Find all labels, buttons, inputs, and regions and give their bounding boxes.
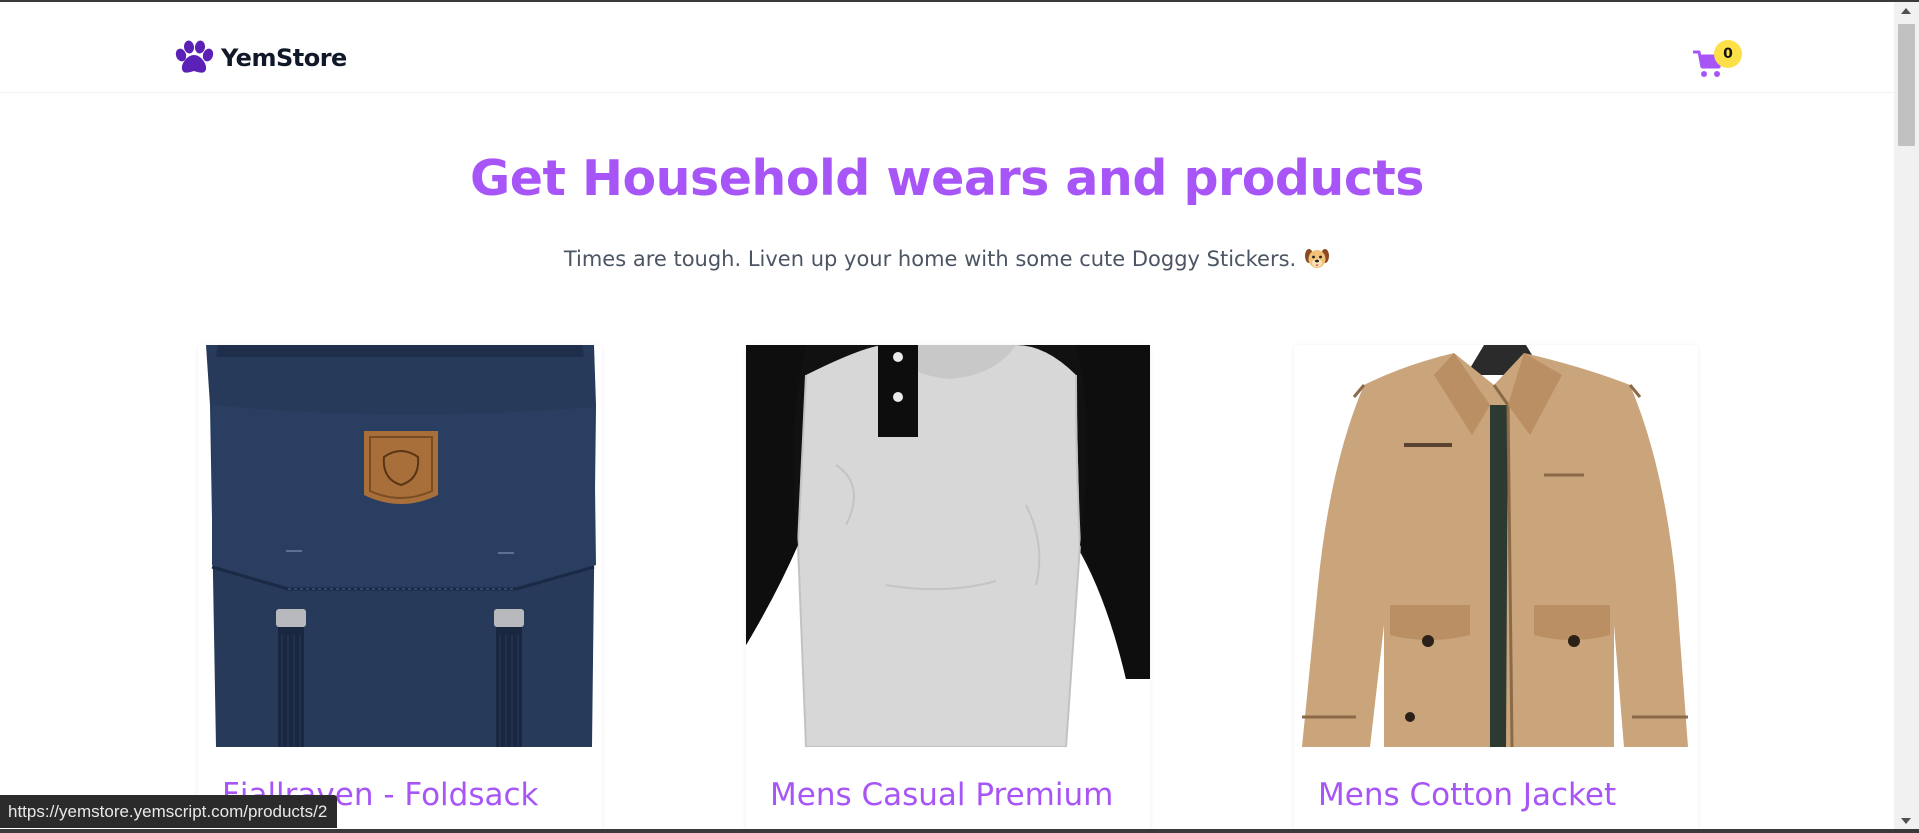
window-bottom-border bbox=[0, 829, 1919, 833]
cart-button[interactable]: 0 bbox=[1690, 40, 1746, 82]
product-image[interactable] bbox=[198, 345, 602, 747]
status-bar-url: https://yemstore.yemscript.com/products/… bbox=[0, 795, 338, 828]
cart-count-badge: 0 bbox=[1714, 40, 1742, 68]
product-card[interactable]: Mens Casual Premium bbox=[746, 345, 1150, 833]
cotton-jacket-image bbox=[1294, 345, 1698, 747]
scroll-thumb[interactable] bbox=[1898, 24, 1915, 146]
product-image[interactable] bbox=[1294, 345, 1698, 747]
scroll-down-arrow-icon[interactable] bbox=[1901, 818, 1911, 824]
site-header: YemStore 0 bbox=[0, 2, 1894, 93]
raglan-tshirt-image bbox=[746, 345, 1150, 747]
dog-face-icon bbox=[1305, 249, 1330, 268]
scroll-up-arrow-icon[interactable] bbox=[1901, 8, 1911, 14]
product-title[interactable]: Mens Casual Premium bbox=[770, 777, 1113, 813]
product-image[interactable] bbox=[746, 345, 1150, 747]
hero-subtitle-text: Times are tough. Liven up your home with… bbox=[563, 247, 1297, 271]
hero-title: Get Household wears and products bbox=[470, 150, 1424, 207]
product-card[interactable]: Fjallraven - Foldsack bbox=[198, 345, 602, 833]
page-scrollbar[interactable] bbox=[1894, 2, 1919, 830]
paw-icon bbox=[175, 40, 214, 73]
hero-subtitle: Times are tough. Liven up your home with… bbox=[0, 247, 1894, 271]
product-title[interactable]: Mens Cotton Jacket bbox=[1318, 777, 1616, 813]
product-card[interactable]: Mens Cotton Jacket bbox=[1294, 345, 1698, 833]
brand-logo-link[interactable]: YemStore bbox=[173, 40, 347, 76]
backpack-image bbox=[198, 345, 602, 747]
brand-name: YemStore bbox=[221, 44, 347, 72]
